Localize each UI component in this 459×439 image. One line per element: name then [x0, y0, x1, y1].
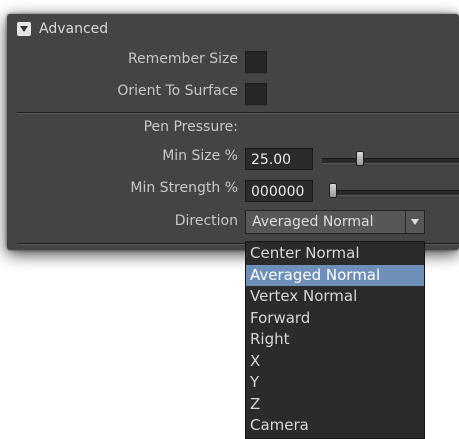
menu-item-center-normal[interactable]: Center Normal: [246, 243, 424, 265]
remember-size-label: Remember Size: [127, 51, 238, 67]
min-size-label: Min Size %: [162, 148, 238, 164]
menu-item-y[interactable]: Y: [246, 372, 424, 394]
triangle-down-icon-glyph: [20, 26, 28, 32]
direction-label: Direction: [174, 213, 238, 229]
menu-item-camera[interactable]: Camera: [246, 415, 424, 437]
chevron-down-icon[interactable]: [405, 211, 424, 233]
min-strength-label: Min Strength %: [130, 180, 238, 196]
pen-pressure-heading: Pen Pressure:: [143, 119, 238, 135]
section-title: Advanced: [39, 21, 109, 37]
advanced-section-header[interactable]: Advanced: [17, 20, 108, 38]
min-strength-field[interactable]: 000000: [245, 180, 313, 202]
menu-item-forward[interactable]: Forward: [246, 308, 424, 330]
menu-item-vertex-normal[interactable]: Vertex Normal: [246, 286, 424, 308]
menu-item-x[interactable]: X: [246, 351, 424, 373]
direction-dropdown[interactable]: Averaged Normal: [245, 210, 425, 234]
menu-item-right[interactable]: Right: [246, 329, 424, 351]
orient-to-surface-checkbox[interactable]: [245, 83, 267, 105]
chevron-down-icon-glyph: [411, 219, 419, 225]
remember-size-checkbox[interactable]: [245, 51, 267, 73]
min-size-slider[interactable]: [322, 158, 459, 164]
tool-settings-panel: Advanced Remember Size Orient To Surface…: [7, 14, 459, 250]
screenshot-root: Advanced Remember Size Orient To Surface…: [0, 0, 459, 439]
direction-dropdown-value: Averaged Normal: [252, 214, 374, 230]
menu-item-z[interactable]: Z: [246, 394, 424, 416]
min-size-slider-handle[interactable]: [356, 151, 365, 166]
min-strength-slider-handle[interactable]: [329, 183, 337, 198]
direction-menu: Center Normal Averaged Normal Vertex Norma…: [245, 241, 425, 439]
min-size-field[interactable]: 25.00: [245, 148, 313, 170]
orient-to-surface-label: Orient To Surface: [117, 83, 238, 99]
triangle-down-icon[interactable]: [17, 22, 31, 36]
section-divider: [17, 112, 459, 114]
min-strength-slider[interactable]: [329, 190, 459, 196]
menu-item-averaged-normal[interactable]: Averaged Normal: [246, 264, 424, 286]
